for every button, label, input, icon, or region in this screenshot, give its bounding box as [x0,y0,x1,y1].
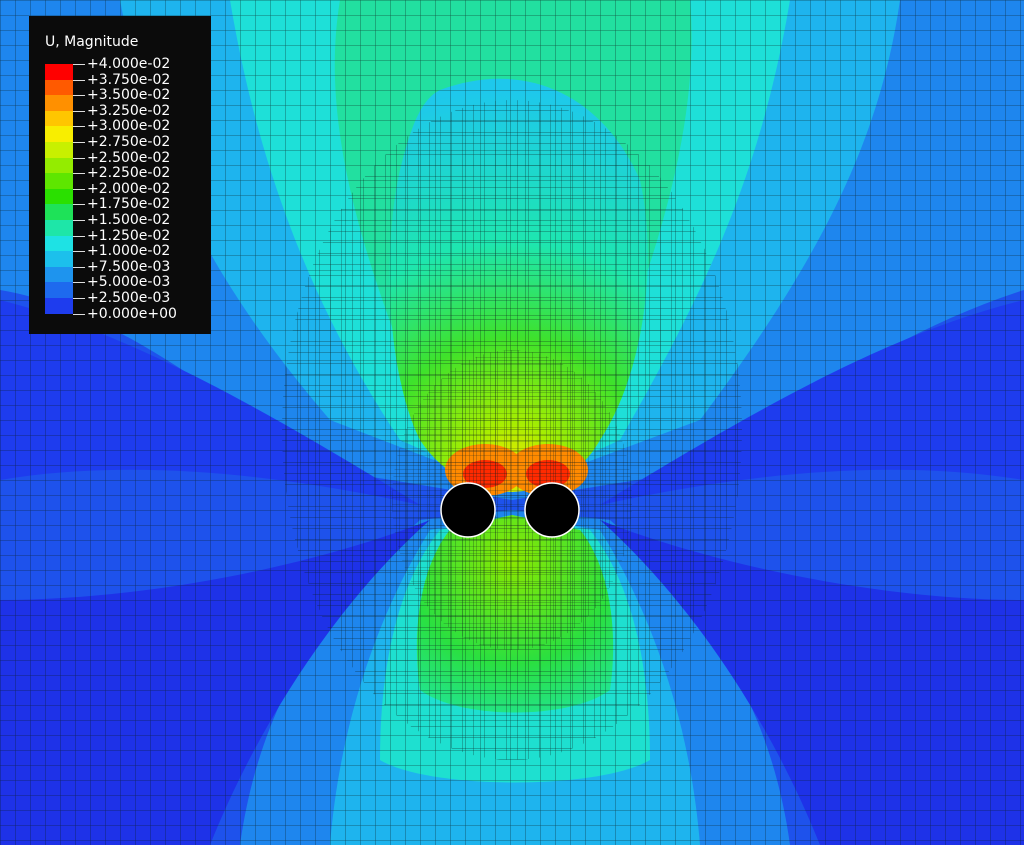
legend-label: +1.750e-02 [87,196,171,213]
legend-band [45,298,73,314]
legend-band [45,126,73,142]
legend-tick [73,188,85,190]
legend-tick [73,157,85,159]
legend-tick [73,266,85,268]
legend-band [45,266,73,283]
legend-label: +3.500e-02 [87,87,171,104]
contour-plot-viewport[interactable]: U, Magnitude +4.000e-02 +3.750e-02 +3.500e… [0,0,1024,845]
legend-band [45,282,73,298]
legend-label: +5.000e-03 [87,274,171,291]
opening-left[interactable] [440,482,496,538]
legend-band [45,157,73,174]
legend-tick [73,95,85,97]
legend-tick [73,79,85,81]
legend-label: +0.000e+00 [87,305,177,322]
legend-tick [73,282,85,284]
legend-label: +1.500e-02 [87,212,171,228]
mesh-grid-very-fine [392,350,632,650]
legend-title: U, Magnitude [45,34,139,50]
legend-tick [73,235,85,237]
legend-label: +1.000e-02 [87,243,171,260]
legend-band [45,173,73,189]
legend-label: +3.000e-02 [87,118,171,135]
legend-label: +2.500e-02 [87,149,171,166]
legend-band [45,64,73,80]
legend-band [45,188,73,205]
legend-label: +7.500e-03 [87,258,171,275]
legend-tick [73,220,85,221]
legend-tick [73,298,85,299]
color-legend: U, Magnitude +4.000e-02 +3.750e-02 +3.500e… [29,16,211,334]
legend-band [45,95,73,111]
legend-tick [73,251,85,253]
legend-band [45,220,73,236]
legend-tick [73,313,85,315]
legend-band [45,204,73,220]
legend-band [45,251,73,267]
legend-band [45,110,73,127]
legend-label: +2.500e-03 [87,290,171,306]
legend-tick [73,204,85,206]
legend-band [45,79,73,96]
legend-label: +3.750e-02 [87,71,171,88]
legend-label: +2.000e-02 [87,180,171,197]
legend-band [45,142,73,158]
legend-label: +1.250e-02 [87,227,171,244]
legend-label: +2.250e-02 [87,165,171,182]
legend-label: +4.000e-02 [87,56,171,72]
legend-tick [73,110,85,112]
legend-tick [73,142,85,143]
legend-label: +3.250e-02 [87,102,171,119]
legend-tick [73,173,85,175]
legend-label: +2.750e-02 [87,134,171,150]
opening-right[interactable] [524,482,580,538]
legend-tick [73,64,85,65]
legend-tick [73,126,85,128]
legend-band [45,235,73,252]
